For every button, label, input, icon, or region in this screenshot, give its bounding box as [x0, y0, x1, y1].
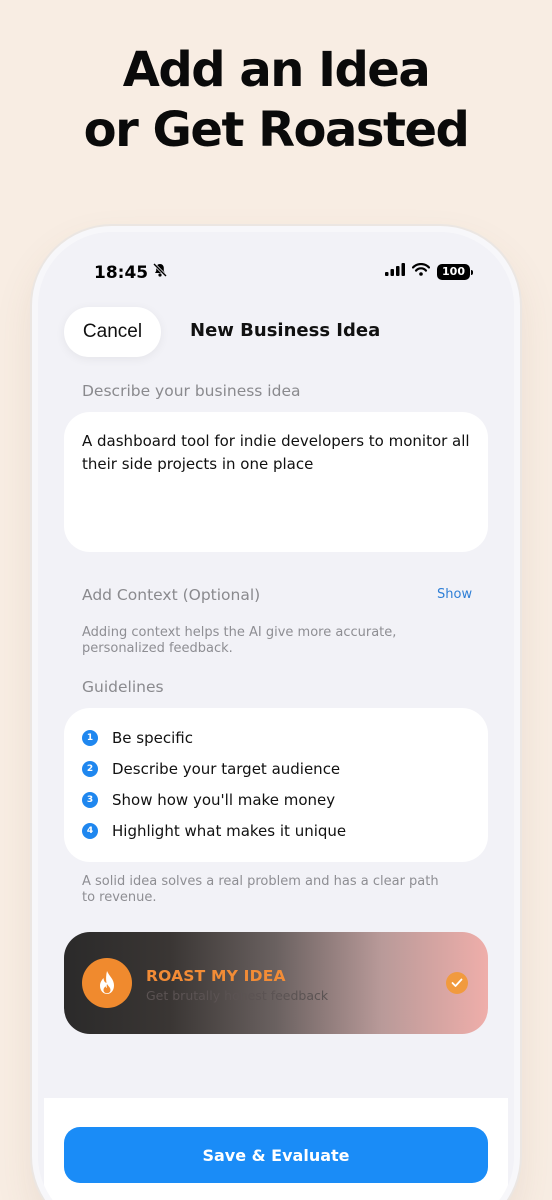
guideline-text: Show how you'll make money	[112, 791, 336, 809]
cellular-signal-icon	[385, 263, 406, 281]
roast-title: ROAST MY IDEA	[146, 967, 286, 985]
status-time-text: 18:45	[94, 262, 149, 283]
idea-text-value: A dashboard tool for indie developers to…	[82, 432, 470, 473]
guideline-text: Be specific	[112, 729, 193, 747]
guidelines-footer: A solid idea solves a real problem and h…	[82, 874, 439, 905]
idea-text-area[interactable]: A dashboard tool for indie developers to…	[64, 412, 488, 552]
roast-subtitle: Get brutally honest feedback	[146, 988, 329, 1003]
promo-headline: Add an Idea or Get Roasted	[0, 40, 552, 160]
save-evaluate-button[interactable]: Save & Evaluate	[64, 1127, 488, 1183]
wifi-icon	[411, 263, 431, 281]
cancel-button[interactable]: Cancel	[64, 307, 161, 357]
idea-field-label: Describe your business idea	[82, 382, 301, 400]
guidelines-card: 1 Be specific 2 Describe your target aud…	[64, 708, 488, 862]
guideline-item: 4 Highlight what makes it unique	[82, 822, 346, 840]
bell-slash-icon	[152, 262, 168, 283]
roast-my-idea-option[interactable]: ROAST MY IDEA Get brutally honest feedba…	[64, 932, 488, 1034]
guideline-text: Describe your target audience	[112, 760, 341, 778]
guideline-item: 1 Be specific	[82, 729, 193, 747]
headline-line-2: or Get Roasted	[83, 102, 470, 158]
number-2-icon: 2	[82, 761, 98, 777]
app-screen: 18:45 100 Cancel New Business Idea Descr…	[38, 232, 514, 1200]
context-hint: Adding context helps the AI give more ac…	[82, 625, 397, 656]
guideline-item: 2 Describe your target audience	[82, 760, 340, 778]
battery-indicator: 100	[437, 264, 473, 280]
status-time: 18:45	[94, 262, 168, 283]
checkmark-icon	[446, 972, 468, 994]
number-1-icon: 1	[82, 730, 98, 746]
guidelines-label: Guidelines	[82, 678, 164, 696]
number-3-icon: 3	[82, 792, 98, 808]
guideline-text: Highlight what makes it unique	[112, 822, 347, 840]
status-indicators: 100	[385, 263, 473, 281]
show-context-button[interactable]: Show	[437, 587, 472, 602]
phone-frame: 18:45 100 Cancel New Business Idea Descr…	[32, 226, 520, 1200]
page-title: New Business Idea	[190, 320, 381, 341]
guideline-item: 3 Show how you'll make money	[82, 791, 335, 809]
flame-icon	[82, 958, 132, 1008]
number-4-icon: 4	[82, 823, 98, 839]
context-label: Add Context (Optional)	[82, 586, 261, 604]
headline-line-1: Add an Idea	[122, 42, 431, 98]
